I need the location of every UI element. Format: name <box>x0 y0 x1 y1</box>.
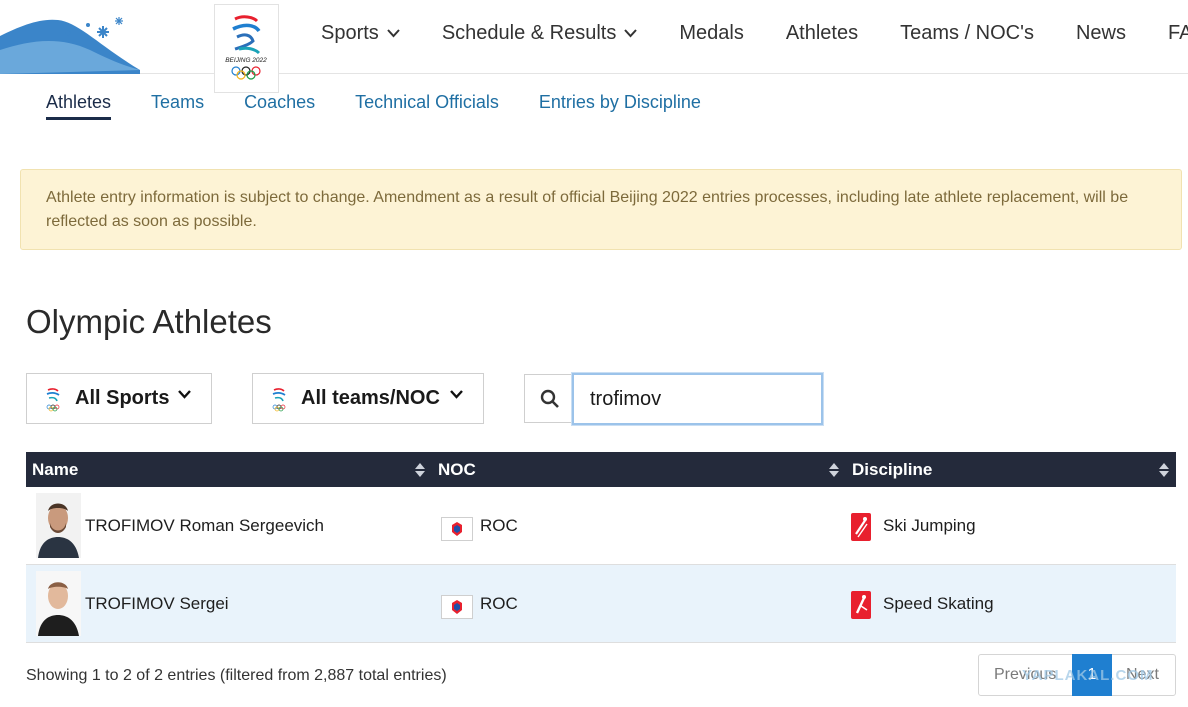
column-header-label: Name <box>32 460 79 479</box>
search-icon <box>540 389 559 408</box>
noc-code: ROC <box>480 515 518 535</box>
tab-technical-officials[interactable]: Technical Officials <box>355 92 499 120</box>
noc-code: ROC <box>480 593 518 613</box>
athlete-name-cell: TROFIMOV Sergei <box>26 565 432 643</box>
column-header-discipline[interactable]: Discipline <box>846 452 1176 487</box>
nav-teams-noc[interactable]: Teams / NOC's <box>879 22 1055 45</box>
nav-athletes[interactable]: Athletes <box>765 22 879 45</box>
beijing-2022-emblem-icon: BEIJING 2022 <box>225 15 267 80</box>
noc-filter-dropdown[interactable]: All teams/NOC <box>252 373 484 424</box>
speed-skating-icon <box>851 590 871 619</box>
athlete-photo <box>36 493 81 558</box>
nav-schedule-results[interactable]: Schedule & Results <box>421 22 659 45</box>
athlete-name[interactable]: TROFIMOV Sergei <box>85 594 229 614</box>
chevron-down-icon <box>387 28 400 37</box>
roc-flag-icon <box>441 594 473 619</box>
athletes-table: Name NOC Discipline TROFIMOV Roman Serge… <box>26 452 1176 643</box>
entry-notice: Athlete entry information is subject to … <box>20 169 1182 250</box>
beijing-2022-mini-logo-icon <box>272 387 286 411</box>
nav-label: Medals <box>679 21 744 44</box>
mountain-snowflake-art <box>0 17 140 74</box>
site-header: BEIJING 2022 Sports Schedule & Results M… <box>0 0 1188 93</box>
noc-cell: ROC <box>432 565 846 643</box>
discipline-cell: Ski Jumping <box>846 487 1176 565</box>
chevron-down-icon <box>624 28 638 37</box>
sort-icon <box>415 463 425 477</box>
nav-news[interactable]: News <box>1055 22 1147 45</box>
discipline-cell: Speed Skating <box>846 565 1176 643</box>
nav-faq[interactable]: FA <box>1147 22 1188 45</box>
ski-jumping-icon <box>851 512 871 541</box>
sort-icon <box>1159 463 1169 477</box>
athlete-photo <box>36 571 81 636</box>
athlete-search-input[interactable] <box>571 372 824 426</box>
column-header-label: NOC <box>438 460 476 479</box>
roc-flag-icon <box>441 516 473 541</box>
nav-sports[interactable]: Sports <box>300 22 421 45</box>
tab-entries-by-discipline[interactable]: Entries by Discipline <box>539 92 701 120</box>
sports-filter-label: All Sports <box>75 387 170 409</box>
nav-label: Sports <box>321 21 379 44</box>
athlete-name-cell: TROFIMOV Roman Sergeevich <box>26 487 432 565</box>
table-header: Name NOC Discipline <box>26 452 1176 487</box>
column-header-label: Discipline <box>852 460 933 479</box>
sort-icon <box>829 463 839 477</box>
sub-tabs: Athletes Teams Coaches Technical Officia… <box>46 92 741 120</box>
tab-athletes[interactable]: Athletes <box>46 92 112 120</box>
nav-label: Teams / NOC's <box>900 21 1034 44</box>
discipline-name: Speed Skating <box>883 593 994 613</box>
sports-filter-dropdown[interactable]: All Sports <box>26 373 212 424</box>
nav-label: News <box>1075 21 1126 44</box>
main-nav: Sports Schedule & Results Medals Athlete… <box>300 0 1188 66</box>
noc-filter-label: All teams/NOC <box>301 387 440 409</box>
entries-info: Showing 1 to 2 of 2 entries (filtered fr… <box>26 667 447 684</box>
nav-label: Athletes <box>785 21 859 44</box>
chevron-down-icon <box>178 390 191 399</box>
beijing-2022-mini-logo-icon <box>46 387 60 411</box>
table-row[interactable]: TROFIMOV Sergei ROC Speed Skating <box>26 565 1176 643</box>
chevron-down-icon <box>450 390 463 399</box>
table-row[interactable]: TROFIMOV Roman Sergeevich ROC Ski Jumpin… <box>26 487 1176 565</box>
column-header-name[interactable]: Name <box>26 452 432 487</box>
noc-cell: ROC <box>432 487 846 565</box>
athlete-name[interactable]: TROFIMOV Roman Sergeevich <box>85 516 324 536</box>
tab-teams[interactable]: Teams <box>151 92 204 120</box>
beijing-2022-logo[interactable]: BEIJING 2022 <box>214 4 279 93</box>
page-title: Olympic Athletes <box>26 303 272 340</box>
tab-coaches[interactable]: Coaches <box>244 92 315 120</box>
watermark: YAPLAKAL.COM <box>1022 667 1154 684</box>
search-button[interactable] <box>524 374 574 423</box>
logo-text: BEIJING 2022 <box>225 57 267 64</box>
column-header-noc[interactable]: NOC <box>432 452 846 487</box>
nav-label: Schedule & Results <box>441 21 617 44</box>
nav-medals[interactable]: Medals <box>658 22 764 45</box>
nav-label: FA <box>1167 21 1188 44</box>
discipline-name: Ski Jumping <box>883 515 976 535</box>
